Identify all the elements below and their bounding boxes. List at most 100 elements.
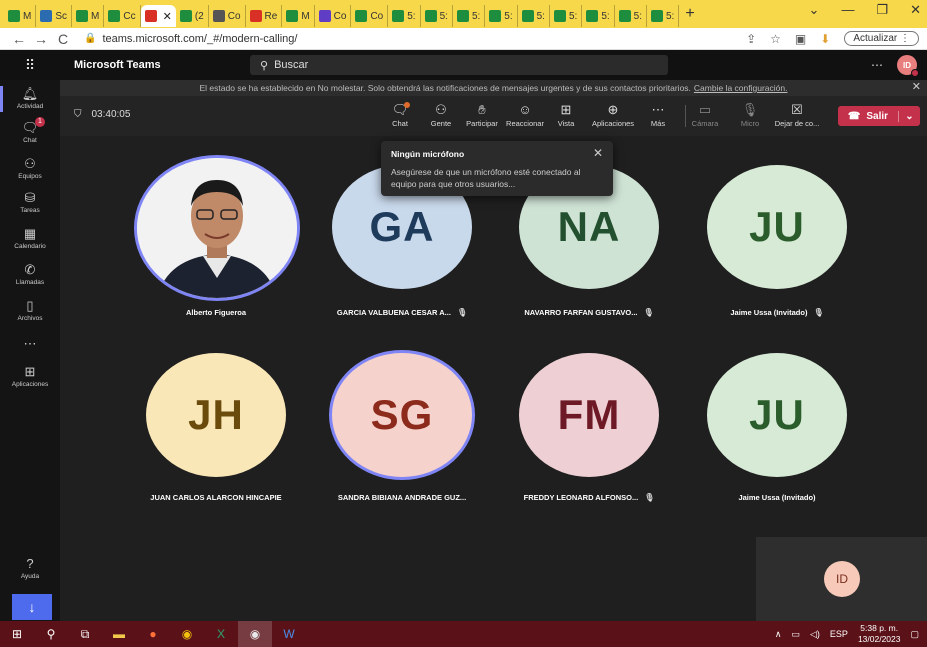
browser-tab[interactable]: (2 bbox=[176, 5, 209, 27]
close-icon[interactable]: ✕ bbox=[593, 146, 603, 160]
network-icon[interactable]: ▭ bbox=[791, 629, 800, 640]
participant-avatar[interactable]: SG bbox=[332, 353, 472, 477]
browser-tab[interactable]: 5: bbox=[421, 5, 453, 27]
minimize-button[interactable]: — bbox=[841, 2, 854, 18]
browser-tab[interactable]: Cc bbox=[104, 5, 141, 27]
mic-muted-icon: 🎙︎ bbox=[456, 308, 468, 317]
url-field[interactable]: 🔒 teams.microsoft.com/_#/modern-calling/ bbox=[84, 33, 746, 45]
camera-off-icon: ▭ bbox=[698, 102, 712, 117]
leave-main[interactable]: ☎ Salir bbox=[838, 111, 898, 122]
participant-avatar[interactable]: FM bbox=[519, 353, 659, 477]
browser-tab[interactable]: 5: bbox=[388, 5, 421, 27]
browser-tab[interactable]: Re bbox=[246, 5, 283, 27]
notifications-icon[interactable]: ▢ bbox=[910, 629, 919, 640]
leave-button[interactable]: ☎ Salir ⌄ bbox=[838, 106, 920, 126]
toolbar-more-button[interactable]: ⋯ Más bbox=[634, 102, 682, 128]
download-app-button[interactable]: ↓ bbox=[12, 594, 52, 620]
self-view[interactable]: ID bbox=[756, 537, 927, 621]
toolbar-camera-off-button[interactable]: ▭ Cámara bbox=[681, 102, 729, 128]
user-avatar[interactable]: ID bbox=[897, 55, 919, 77]
restore-button[interactable]: ❐ bbox=[876, 2, 888, 18]
browser-tab[interactable]: Co bbox=[209, 5, 246, 27]
update-button[interactable]: Actualizar ⋮ bbox=[844, 31, 919, 46]
chevron-up-icon[interactable]: ∧ bbox=[775, 629, 782, 640]
clock-date: 13/02/2023 bbox=[857, 634, 901, 644]
rail-item-llamadas[interactable]: ✆ Llamadas bbox=[0, 262, 60, 286]
rail-item-equipos[interactable]: ⚇ Equipos bbox=[0, 156, 60, 180]
rail-item-tareas[interactable]: ⛁ Tareas bbox=[0, 190, 60, 214]
browser-tab[interactable]: 5: bbox=[647, 5, 680, 27]
firefox-icon[interactable]: ● bbox=[136, 621, 170, 647]
chrome-active-icon[interactable]: ◉ bbox=[238, 621, 272, 647]
rail-item-more[interactable]: ⋯ bbox=[0, 336, 60, 353]
chrome-icon[interactable]: ◉ bbox=[170, 621, 204, 647]
sidepanel-icon[interactable]: ▣ bbox=[795, 32, 806, 46]
search-input[interactable]: ⚲ Buscar bbox=[250, 55, 668, 75]
browser-tab[interactable]: 5: bbox=[582, 5, 615, 27]
participant-avatar[interactable]: JU bbox=[707, 353, 847, 477]
browser-tab[interactable]: ✕ bbox=[140, 5, 176, 27]
participant-avatar[interactable]: JU bbox=[707, 165, 847, 289]
search-icon[interactable]: ⚲ bbox=[34, 621, 68, 647]
rail-item-archivos[interactable]: ▯ Archivos bbox=[0, 298, 60, 322]
toolbar-stop-share-button[interactable]: ☒ Dejar de co... bbox=[773, 102, 821, 128]
browser-tab[interactable]: 5: bbox=[615, 5, 647, 27]
participant-name-label: Jaime Ussa (Invitado) bbox=[677, 493, 877, 502]
browser-tab[interactable]: 5: bbox=[550, 5, 583, 27]
tab-title: (2 bbox=[194, 10, 204, 22]
file-explorer-icon[interactable]: ▬ bbox=[102, 621, 136, 647]
chat-icon: 🗨︎ bbox=[21, 120, 39, 135]
word-icon[interactable]: W bbox=[272, 621, 306, 647]
app-launcher-icon[interactable]: ⠿ bbox=[0, 57, 60, 74]
forward-button[interactable]: → bbox=[30, 31, 52, 47]
participant-name: Alberto Figueroa bbox=[185, 308, 246, 317]
browser-tab[interactable]: M bbox=[4, 5, 37, 27]
tab-favicon-icon bbox=[179, 10, 192, 22]
rail-item-chat[interactable]: 🗨︎ Chat 1 bbox=[0, 117, 60, 144]
participant-avatar[interactable]: JH bbox=[146, 353, 286, 477]
rail-item-ayuda[interactable]: ? Ayuda bbox=[0, 556, 60, 580]
rail-item-actividad[interactable]: 🔔︎ Actividad bbox=[0, 86, 60, 112]
tab-title: 5: bbox=[601, 10, 610, 22]
new-tab-button[interactable]: + bbox=[685, 5, 694, 23]
more-options-icon[interactable]: ⋯ bbox=[871, 58, 883, 72]
volume-icon[interactable]: ◁) bbox=[810, 629, 820, 640]
browser-tab[interactable]: M bbox=[282, 5, 315, 27]
browser-tab[interactable]: 5: bbox=[518, 5, 550, 27]
share-icon[interactable]: ⇪ bbox=[746, 32, 756, 46]
browser-tab[interactable]: Sc bbox=[36, 5, 73, 27]
leave-label: Salir bbox=[866, 110, 889, 122]
task-view-icon[interactable]: ⧉ bbox=[68, 621, 102, 647]
toolbar-raise-hand-button[interactable]: ✋︎ Participar bbox=[458, 102, 506, 128]
close-tab-icon[interactable]: ✕ bbox=[163, 10, 172, 23]
download-icon[interactable]: ⬇ bbox=[820, 32, 830, 46]
toolbar-button-label: Más bbox=[650, 119, 666, 128]
windows-start-icon[interactable]: ⊞ bbox=[0, 621, 34, 647]
participant-name-label: GARCIA VALBUENA CESAR A... 🎙︎ bbox=[302, 308, 502, 317]
participant-photo[interactable] bbox=[137, 158, 297, 298]
chevron-down-icon[interactable]: ⌄ bbox=[898, 110, 920, 122]
language-indicator[interactable]: ESP bbox=[830, 629, 848, 639]
browser-tab[interactable]: 5: bbox=[485, 5, 518, 27]
rail-item-calendario[interactable]: ▦ Calendario bbox=[0, 226, 60, 250]
toolbar-add-apps-button[interactable]: ⊕ Aplicaciones bbox=[589, 102, 637, 128]
calendar-icon: ▦ bbox=[23, 226, 37, 241]
browser-tab[interactable]: Co bbox=[315, 5, 352, 27]
browser-tab[interactable]: M bbox=[72, 5, 105, 27]
browser-tab[interactable]: Co bbox=[351, 5, 389, 27]
reload-button[interactable]: C bbox=[52, 31, 74, 47]
shield-icon: ⛉ bbox=[74, 109, 82, 120]
back-button[interactable]: ← bbox=[8, 31, 30, 47]
clock[interactable]: 5:38 p. m. 13/02/2023 bbox=[858, 623, 901, 645]
rail-item-aplicaciones[interactable]: ⊞ Aplicaciones bbox=[0, 364, 60, 388]
browser-tab[interactable]: 5: bbox=[453, 5, 486, 27]
search-placeholder: Buscar bbox=[274, 59, 309, 71]
bookmark-star-icon[interactable]: ☆ bbox=[770, 32, 781, 46]
toolbar-mic-off-button[interactable]: 🎙︎ Micro bbox=[726, 102, 774, 128]
close-icon[interactable]: ✕ bbox=[912, 80, 921, 93]
excel-icon[interactable]: X bbox=[204, 621, 238, 647]
banner-settings-link[interactable]: Cambie la configuración. bbox=[694, 83, 788, 93]
toolbar-grid-view-button[interactable]: ⊞ Vista bbox=[542, 102, 590, 128]
close-window-button[interactable]: ✕ bbox=[910, 2, 921, 18]
tab-search-icon[interactable]: ⌄ bbox=[809, 2, 820, 18]
